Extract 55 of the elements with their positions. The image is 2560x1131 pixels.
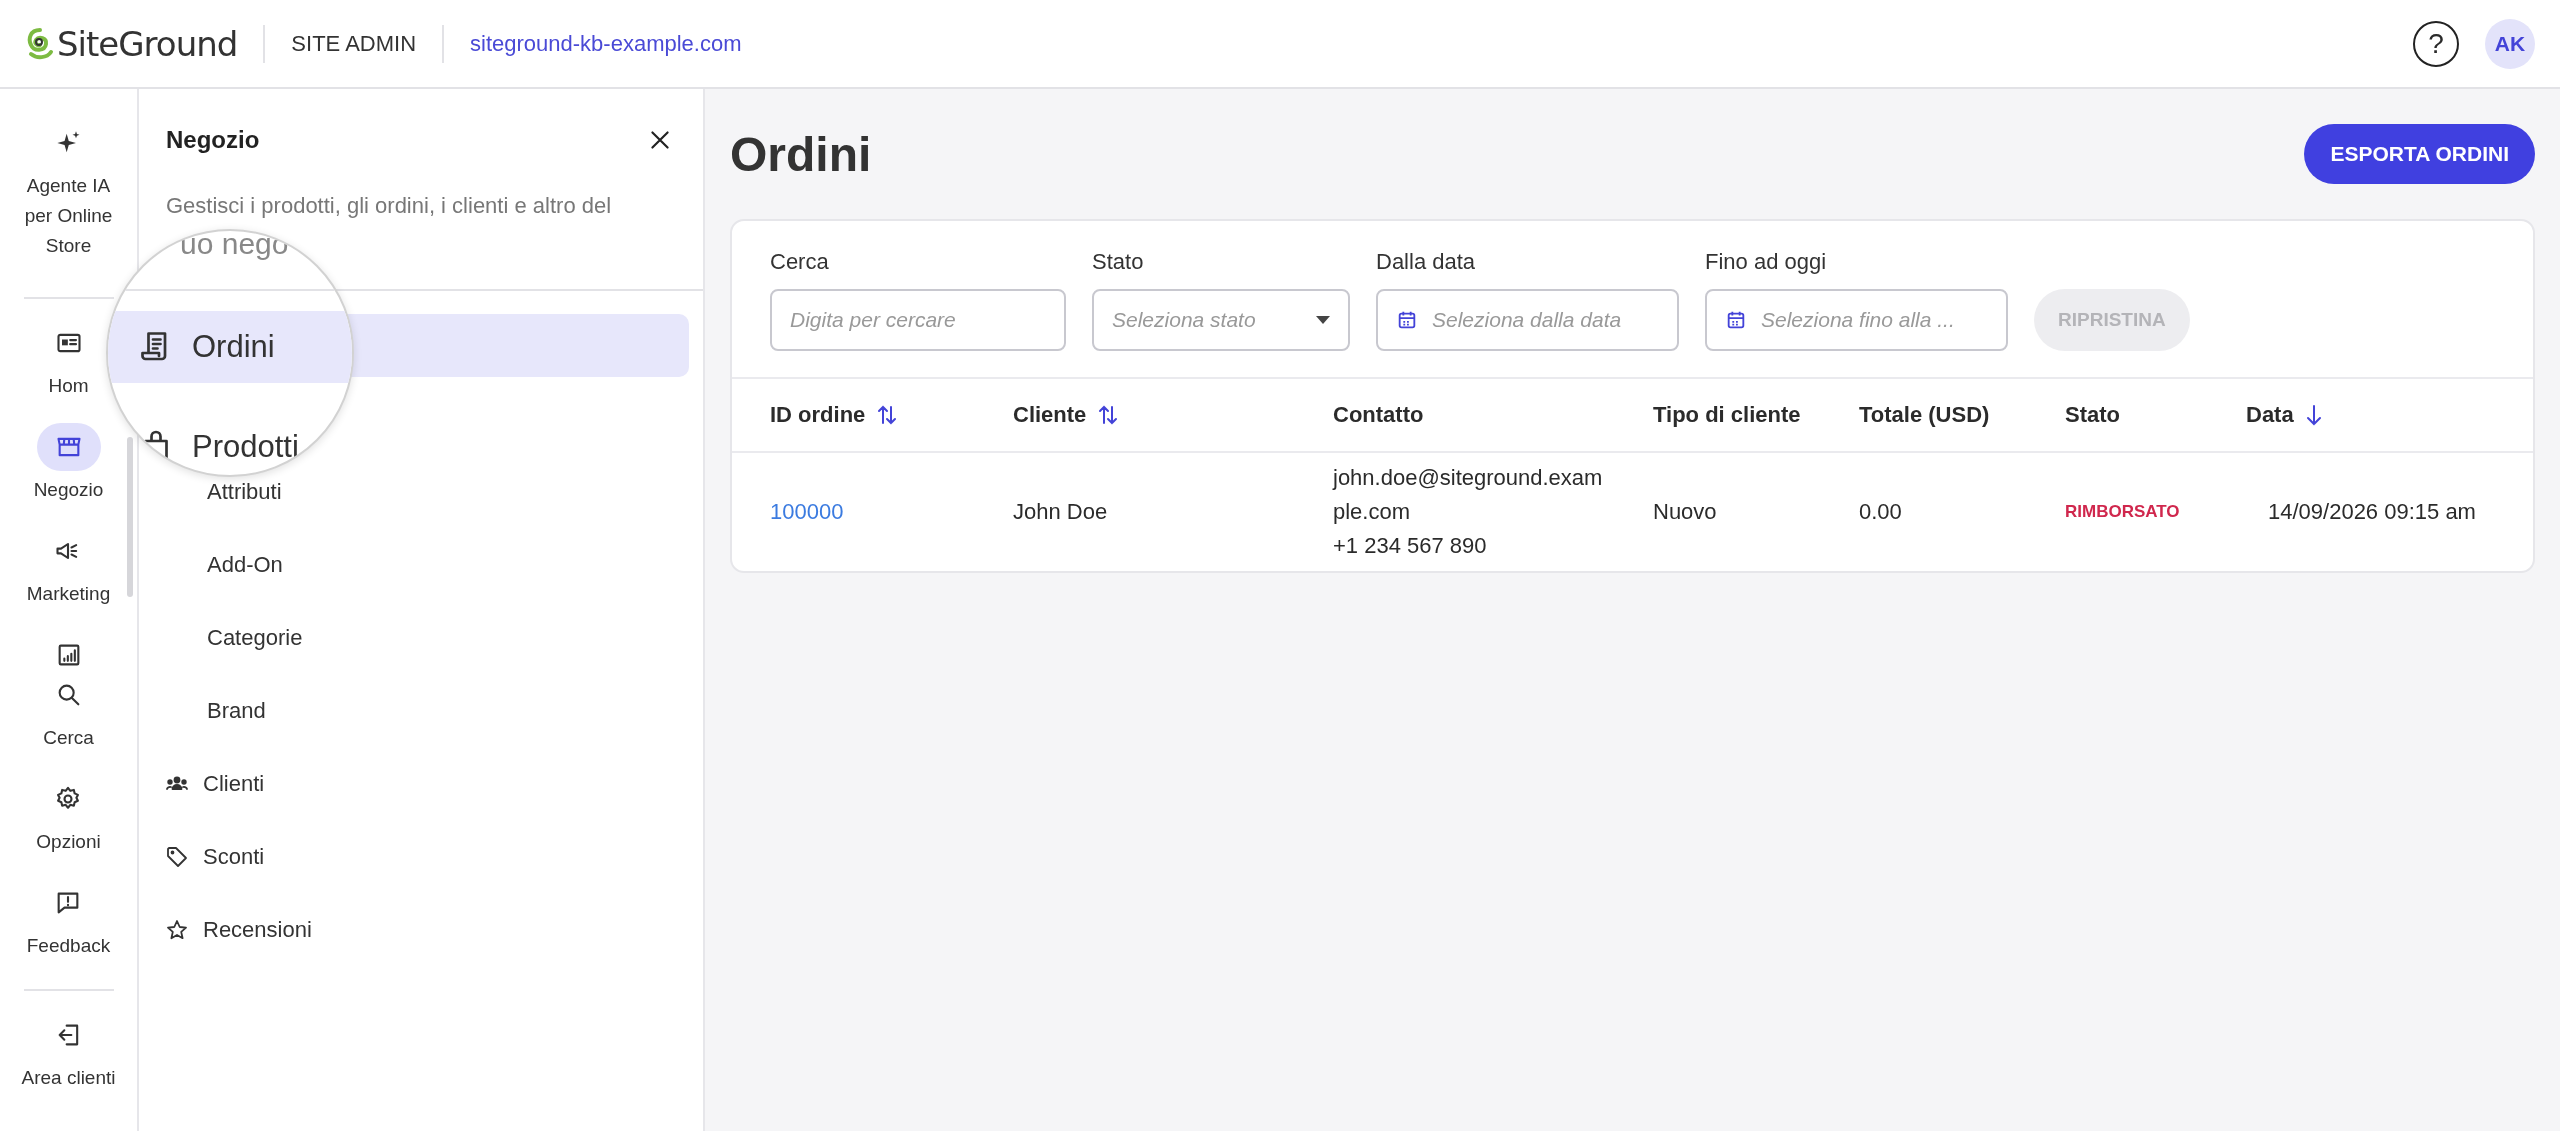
email-text: john.doe@siteground.example.com xyxy=(1333,464,1603,526)
siteground-logo[interactable]: SiteGround xyxy=(25,23,238,64)
search-field[interactable]: Digita per cercare xyxy=(770,289,1066,351)
page-title: Ordini xyxy=(730,126,872,182)
sort-icon[interactable] xyxy=(1098,403,1119,427)
swirl-logo-icon xyxy=(25,26,55,61)
rail-nav-item[interactable]: Marketing xyxy=(26,527,111,609)
star-icon xyxy=(165,917,189,942)
column-header: Stato xyxy=(2065,402,2120,428)
column-header[interactable]: Cliente xyxy=(1013,402,1087,428)
panel-sub-item[interactable]: Add-On xyxy=(139,528,703,601)
calendar-icon xyxy=(1725,309,1747,331)
panel-nav-item[interactable]: Recensioni xyxy=(139,893,703,966)
calendar-icon xyxy=(1396,309,1418,331)
filter-label: Fino ad oggi xyxy=(1705,249,1828,275)
table-cell: Nuovo xyxy=(1653,499,1717,525)
tag-icon xyxy=(165,844,189,869)
column-header[interactable]: Data xyxy=(2246,402,2294,428)
scrollbar[interactable] xyxy=(127,437,133,597)
column-header: Tipo di cliente xyxy=(1653,402,1801,428)
rail-nav-item[interactable]: Area clienti xyxy=(21,1011,116,1093)
panel-sub-item[interactable]: Categorie xyxy=(139,601,703,674)
export-button[interactable]: ESPORTA ORDINI xyxy=(2304,124,2535,184)
logo-wordmark: SiteGround xyxy=(57,23,238,64)
panel-nav-item[interactable]: Sconti xyxy=(139,820,703,893)
rail-nav-item[interactable]: Opzioni xyxy=(36,775,101,857)
sort-icon[interactable] xyxy=(877,403,898,427)
caret-icon xyxy=(1316,316,1330,324)
help-button[interactable]: ? xyxy=(2413,20,2459,67)
site-link[interactable]: siteground-kb-example.com xyxy=(470,30,742,57)
magnified-nav-item[interactable]: Ordini xyxy=(108,311,352,383)
panel-description: Gestisci i prodotti, gli ordini, i clienti e altro del xyxy=(166,193,613,219)
panel-title: Negozio xyxy=(166,126,260,154)
table-cell: John Doe xyxy=(1013,499,1108,525)
column-header: Totale (USD) xyxy=(1859,402,1990,428)
order-link[interactable]: 100000 xyxy=(770,499,844,525)
filter-label: Stato xyxy=(1092,249,1145,275)
rail-nav-item[interactable]: Agente IA per Online Store xyxy=(13,119,124,261)
rail-nav-item[interactable]: Cerca xyxy=(36,671,101,753)
rail-nav-item[interactable]: Feedback xyxy=(26,879,111,961)
magnified-nav-item[interactable]: Prodotti xyxy=(108,411,352,475)
column-header[interactable]: ID ordine xyxy=(770,402,866,428)
column-header: Contatto xyxy=(1333,402,1424,428)
sort-down-icon[interactable] xyxy=(2305,403,2322,427)
rail-nav-item[interactable]: Hom xyxy=(36,319,101,401)
filter-label: Dalla data xyxy=(1376,249,1477,275)
panel-nav-item[interactable]: Clienti xyxy=(139,747,703,820)
panel-sub-item[interactable]: Brand xyxy=(139,674,703,747)
filter-label: Cerca xyxy=(770,249,830,275)
user-avatar[interactable]: AK xyxy=(2485,18,2535,69)
section-title: SITE ADMIN xyxy=(291,30,417,57)
phone-text: +1 234 567 890 xyxy=(1333,532,1487,560)
table-cell: 14/09/2026 09:15 am xyxy=(2268,499,2476,525)
table-cell: 0.00 xyxy=(1859,499,1902,525)
status-label: RIMBORSATO xyxy=(2065,502,2180,522)
